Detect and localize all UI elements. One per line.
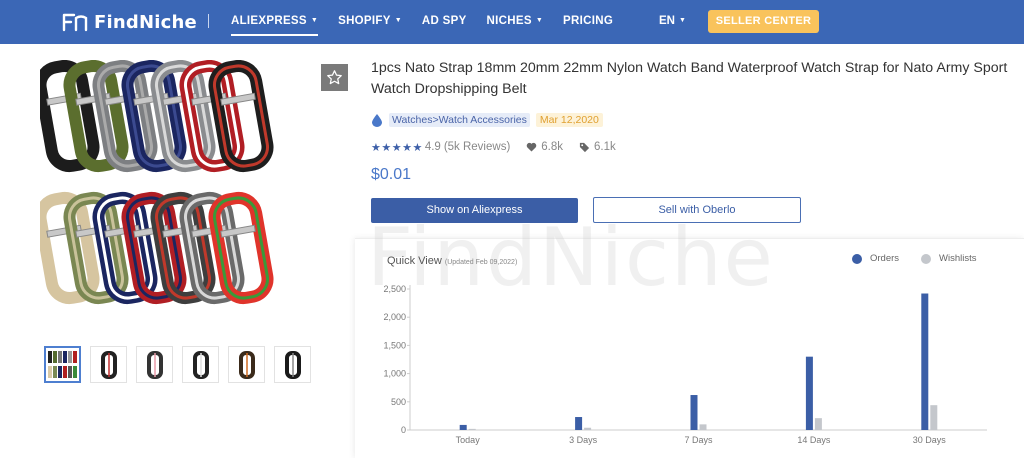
bar-wishlists	[699, 424, 707, 430]
sell-with-oberlo-button[interactable]: Sell with Oberlo	[593, 197, 801, 223]
thumbnail-2[interactable]	[90, 346, 127, 383]
bar-orders	[805, 356, 813, 430]
nav-label: PRICING	[563, 15, 614, 27]
updated-date: (Updated Feb 09,2022)	[444, 259, 518, 266]
language-label: EN	[659, 15, 675, 27]
thumbnail-strip	[44, 346, 311, 383]
thumbnail-image	[192, 350, 209, 379]
nav-label: SHOPIFY	[338, 15, 391, 27]
thumbnail-image	[146, 350, 163, 379]
thumbnail-5[interactable]	[228, 346, 265, 383]
bar-wishlists	[584, 427, 592, 430]
rating-value: 4.9	[424, 141, 441, 153]
legend-item-wishlists[interactable]: Wishlists	[921, 253, 977, 264]
y-tick-label: 1,500	[383, 340, 406, 350]
findniche-logo-icon	[62, 13, 88, 32]
thumbnail-image	[48, 351, 77, 378]
bar-wishlists	[930, 405, 938, 430]
water-drop-icon	[372, 114, 382, 127]
nav-label: ALIEXPRESS	[231, 15, 307, 27]
logo-text: FindNiche	[94, 11, 197, 33]
y-tick-label: 2,500	[383, 284, 406, 294]
nav-item-shopify[interactable]: SHOPIFY ▼	[338, 0, 402, 44]
nav-item-pricing[interactable]: PRICING	[563, 0, 613, 44]
x-tick-label: 30 Days	[913, 435, 947, 445]
main-nav: ALIEXPRESS ▼ SHOPIFY ▼ AD SPY NICHES ▼ PRIC…	[231, 0, 633, 44]
bar-orders	[459, 424, 467, 430]
y-tick-label: 2,000	[383, 312, 406, 322]
x-tick-label: 7 Days	[684, 435, 713, 445]
category-row: Watches>Watch Accessories Mar 12,2020	[371, 112, 603, 128]
bar-wishlists	[814, 418, 822, 430]
thumbnail-3[interactable]	[136, 346, 173, 383]
favorite-button[interactable]	[321, 64, 348, 91]
star-rating-icon: ★★★★★	[371, 141, 423, 154]
seller-center-button[interactable]: SELLER CENTER	[708, 10, 819, 33]
top-navbar: FindNiche ALIEXPRESS ▼ SHOPIFY ▼ AD SPY NI…	[0, 0, 1024, 44]
quick-view-label: Quick View	[387, 255, 442, 267]
star-outline-icon	[327, 70, 342, 85]
thumbnail-1[interactable]	[44, 346, 81, 383]
chevron-down-icon: ▼	[394, 17, 402, 24]
legend-item-orders[interactable]: Orders	[852, 253, 899, 264]
nav-label: NICHES	[486, 15, 532, 27]
findniche-logo[interactable]: FindNiche	[62, 11, 197, 33]
legend-label: Orders	[870, 253, 900, 264]
legend-dot-icon	[921, 253, 932, 264]
likes-count: 6.8k	[541, 141, 564, 153]
language-selector[interactable]: EN ▼	[659, 0, 686, 44]
legend-dot-icon	[852, 253, 862, 264]
quick-view-title: Quick View (Updated Feb 09,2022)	[387, 255, 517, 267]
product-main-image	[40, 60, 274, 305]
legend-label: Wishlists	[939, 253, 977, 264]
heart-icon	[526, 142, 537, 152]
thumbnail-4[interactable]	[182, 346, 219, 383]
nav-label: AD SPY	[421, 15, 467, 27]
thumbnail-image	[100, 350, 117, 379]
x-tick-label: Today	[456, 435, 481, 445]
product-price: $0.01	[371, 166, 412, 183]
chart-legend: Orders Wishlists	[852, 253, 977, 264]
tag-icon	[579, 142, 590, 152]
review-count: (5k Reviews)	[443, 141, 511, 153]
show-on-aliexpress-button[interactable]: Show on Aliexpress	[371, 198, 578, 223]
bar-orders	[690, 395, 698, 430]
category-link[interactable]: Watches>Watch Accessories	[389, 113, 530, 127]
chevron-down-icon: ▼	[678, 17, 686, 24]
quick-view-chart: 0 500 1,000 1,500 2,000 2,500 Today 3 Days 7 Day…	[383, 284, 987, 445]
thumbnail-6[interactable]	[274, 346, 311, 383]
bar-orders	[575, 417, 583, 430]
listing-date-badge: Mar 12,2020	[535, 113, 603, 127]
chevron-down-icon: ▼	[535, 17, 544, 24]
x-tick-label: 14 Days	[797, 435, 831, 445]
x-tick-label: 3 Days	[569, 435, 598, 445]
y-tick-label: 1,000	[383, 369, 406, 379]
y-tick-label: 0	[401, 425, 406, 435]
nav-item-ad-spy[interactable]: AD SPY	[422, 0, 467, 44]
tags-stat: 6.1k	[579, 141, 616, 153]
y-tick-label: 500	[391, 397, 406, 407]
nav-item-niches[interactable]: NICHES ▼	[487, 0, 544, 44]
rating-row: ★★★★★ 4.9 (5k Reviews) 6.8k 6.1k	[371, 139, 616, 155]
tags-count: 6.1k	[594, 141, 616, 153]
bar-wishlists	[468, 428, 476, 430]
bar-orders	[921, 293, 929, 430]
thumbnail-image	[284, 350, 301, 379]
product-title: 1pcs Nato Strap 18mm 20mm 22mm Nylon Wat…	[371, 60, 1008, 97]
nav-divider	[208, 14, 209, 28]
thumbnail-image	[238, 350, 255, 379]
likes-stat: 6.8k	[526, 141, 563, 153]
chevron-down-icon: ▼	[310, 17, 319, 24]
nav-item-aliexpress[interactable]: ALIEXPRESS ▼	[231, 0, 319, 44]
